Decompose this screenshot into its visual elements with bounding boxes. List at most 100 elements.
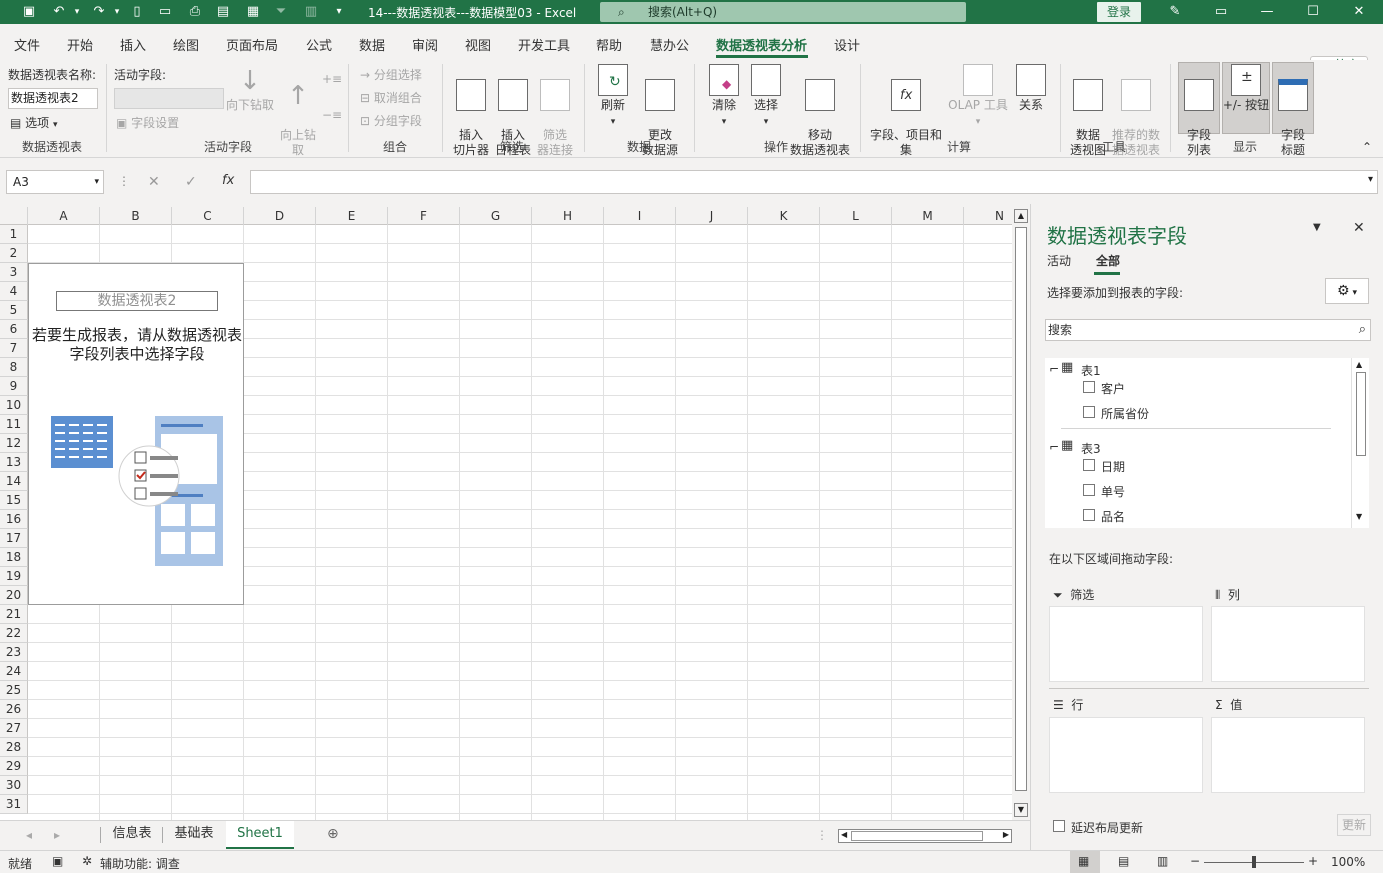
defer-update-checkbox[interactable] [1053,820,1065,832]
column-header-e[interactable]: E [316,207,388,225]
customize-qat-icon[interactable]: ▾ [328,3,350,21]
expand-formula-icon[interactable]: ▾ [1368,174,1373,185]
row-header-29[interactable]: 29 [0,757,28,776]
column-header-l[interactable]: L [820,207,892,225]
move-pivot-button[interactable]: 移动 数据透视表 [788,64,852,158]
olap-tools-button[interactable]: OLAP 工具 ▾ [944,64,1012,130]
pane-tab-all[interactable]: 全部 [1096,252,1120,269]
tab-data[interactable]: 数据 [359,35,385,54]
row-header-4[interactable]: 4 [0,282,28,301]
column-header-a[interactable]: A [28,207,100,225]
sheet-tab-sheet1[interactable]: Sheet1 [226,821,294,849]
collapse-table3-icon[interactable]: ⌐ [1049,440,1059,454]
print-preview-icon[interactable]: ▤ [212,3,234,21]
tab-design[interactable]: 设计 [834,35,860,54]
refresh-button[interactable]: ↻ 刷新 ▾ [594,64,632,130]
undo-dropdown-icon[interactable]: ▾ [66,3,88,21]
row-header-2[interactable]: 2 [0,244,28,263]
tab-help[interactable]: 帮助 [596,35,622,54]
drill-up-button[interactable]: ↑ 向上钻 取 [278,64,318,158]
tab-insert[interactable]: 插入 [120,35,146,54]
group-field-button[interactable]: ⊡ 分组字段 [360,112,422,129]
print-icon[interactable]: ⎙ [184,3,206,21]
redo-dropdown-icon[interactable]: ▾ [106,3,128,21]
prev-sheet-icon[interactable]: ◂ [26,828,32,842]
filter-icon[interactable]: ⏷ [270,3,292,21]
row-header-30[interactable]: 30 [0,776,28,795]
filter-connections-button[interactable]: 筛选 器连接 [534,64,576,158]
accessibility-icon[interactable]: ✲ [82,854,92,868]
page-layout-view-icon[interactable]: ▤ [1118,854,1129,868]
column-header-i[interactable]: I [604,207,676,225]
column-header-h[interactable]: H [532,207,604,225]
tab-view[interactable]: 视图 [465,35,491,54]
row-header-25[interactable]: 25 [0,681,28,700]
vertical-scrollbar[interactable]: ▲ ▼ [1012,207,1030,820]
add-sheet-icon[interactable]: ⊕ [327,826,339,842]
group-selection-button[interactable]: → 分组选择 [360,66,422,83]
tab-home[interactable]: 开始 [67,35,93,54]
save-icon[interactable]: ▣ [18,3,40,21]
field-label[interactable]: 单号 [1101,483,1125,500]
scroll-down-icon[interactable]: ▼ [1356,512,1362,521]
row-header-6[interactable]: 6 [0,320,28,339]
field-headers-button[interactable]: 字段 标题 [1272,64,1314,158]
scroll-thumb[interactable] [1356,372,1366,456]
row-header-5[interactable]: 5 [0,301,28,320]
pen-icon[interactable]: ✎ [1152,0,1198,24]
field-checkbox[interactable] [1083,459,1095,471]
row-header-22[interactable]: 22 [0,624,28,643]
form-icon[interactable]: ▦ [242,3,264,21]
row-header-28[interactable]: 28 [0,738,28,757]
row-header-13[interactable]: 13 [0,453,28,472]
update-button[interactable]: 更新 [1337,814,1371,836]
tab-review[interactable]: 审阅 [412,35,438,54]
chevron-down-icon[interactable]: ▾ [94,171,99,193]
select-button[interactable]: 选择 ▾ [746,64,786,130]
name-box[interactable]: A3 ▾ [6,170,104,194]
field-settings-gear-button[interactable]: ⚙ ▾ [1325,278,1369,304]
zoom-level[interactable]: 100% [1331,855,1365,869]
row-header-17[interactable]: 17 [0,529,28,548]
row-header-26[interactable]: 26 [0,700,28,719]
row-header-14[interactable]: 14 [0,472,28,491]
row-header-18[interactable]: 18 [0,548,28,567]
column-header-f[interactable]: F [388,207,460,225]
field-settings-button[interactable]: ▣ 字段设置 [116,114,179,131]
row-header-16[interactable]: 16 [0,510,28,529]
scroll-up-icon[interactable]: ▲ [1356,360,1362,369]
tab-split-icon[interactable]: ⋮ [816,828,828,842]
collapse-table1-icon[interactable]: ⌐ [1049,362,1059,376]
field-label[interactable]: 客户 [1101,380,1125,397]
tab-huibangong[interactable]: 慧办公 [650,35,689,54]
pane-options-icon[interactable]: ▼ [1313,222,1321,233]
field-list-button[interactable]: 字段 列表 [1178,64,1220,158]
close-icon[interactable]: ✕ [1336,0,1382,24]
sort-icon[interactable]: ▥ [300,3,322,21]
field-checkbox[interactable] [1083,381,1095,393]
plus-minus-buttons-button[interactable]: ± +/- 按钮 [1222,64,1270,113]
table1-name[interactable]: 表1 [1081,362,1101,379]
tab-developer[interactable]: 开发工具 [518,35,570,54]
open-folder-icon[interactable]: ▭ [154,3,176,21]
column-header-c[interactable]: C [172,207,244,225]
column-header-b[interactable]: B [100,207,172,225]
field-checkbox[interactable] [1083,484,1095,496]
collapse-ribbon-icon[interactable]: ⌃ [1362,140,1372,154]
insert-slicer-button[interactable]: 插入 切片器 [450,64,492,158]
row-header-3[interactable]: 3 [0,263,28,282]
zoom-slider-thumb[interactable] [1252,856,1256,868]
column-header-n[interactable]: N [964,207,1012,225]
row-header-11[interactable]: 11 [0,415,28,434]
scroll-up-icon[interactable]: ▲ [1014,209,1028,223]
column-header-g[interactable]: G [460,207,532,225]
worksheet-grid[interactable]: ABCDEFGHIJKLMN 1 2 3 4 5 6 7 8 9 10 11 12 13 14 15 16 17… [0,207,1012,820]
options-button[interactable]: ▤ 选项 ▾ [10,114,58,131]
tab-formulas[interactable]: 公式 [306,35,332,54]
row-header-23[interactable]: 23 [0,643,28,662]
scroll-right-icon[interactable]: ▶ [1003,830,1009,839]
row-header-24[interactable]: 24 [0,662,28,681]
field-label[interactable]: 所属省份 [1101,405,1149,422]
field-label[interactable]: 日期 [1101,458,1125,475]
clear-button[interactable]: ◆ 清除 ▾ [704,64,744,130]
